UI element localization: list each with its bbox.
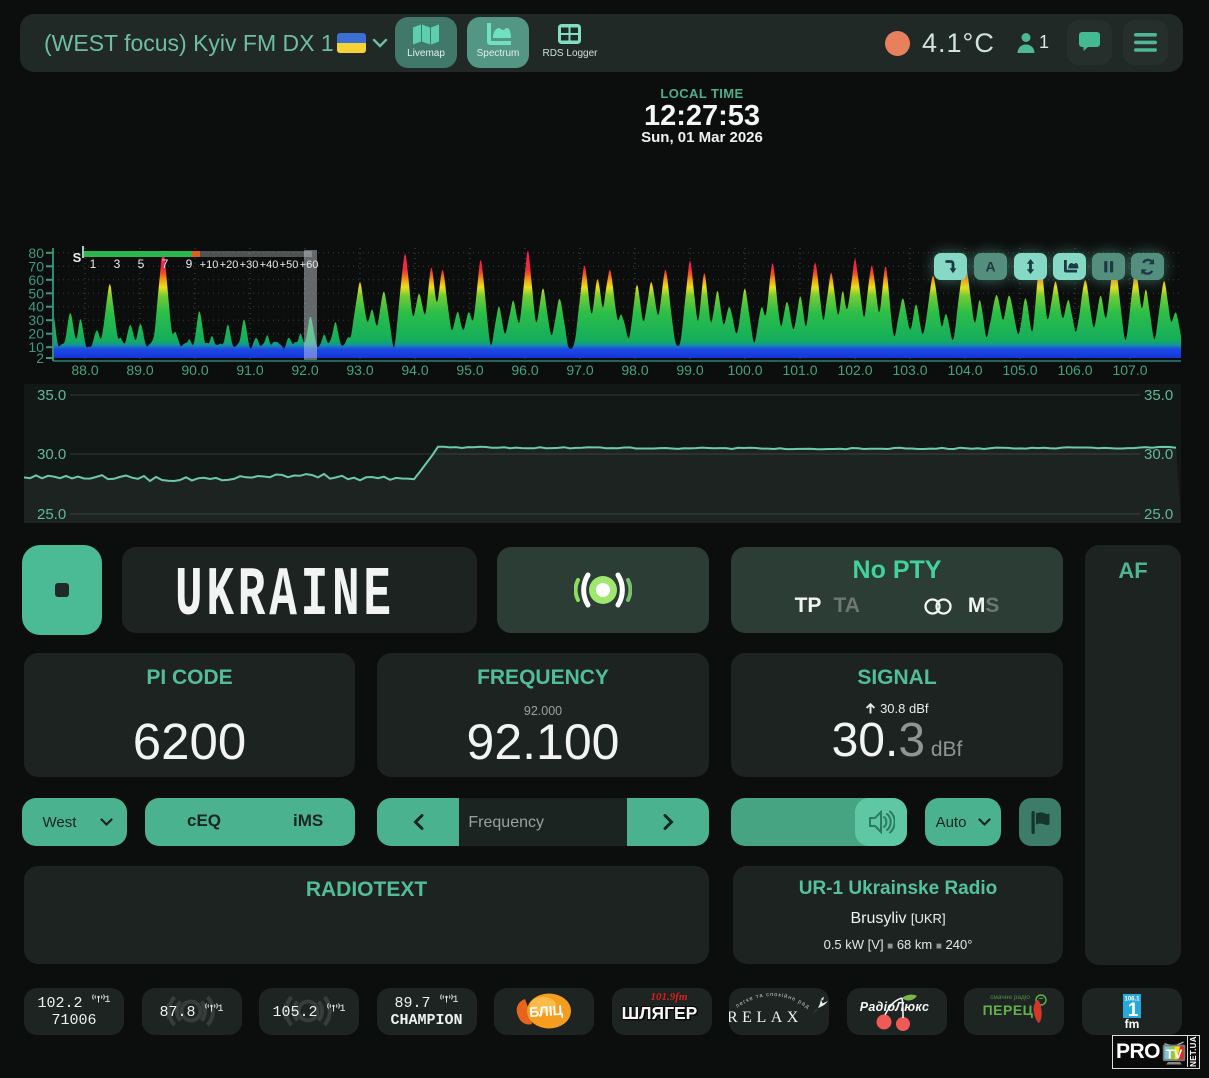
svg-text:легке та спокійне радіо: легке та спокійне радіо — [733, 992, 811, 1010]
svg-text:БЛІЦ: БЛІЦ — [529, 1002, 564, 1020]
svg-text:30.0: 30.0 — [37, 446, 66, 463]
svg-text:TV: TV — [1166, 1046, 1183, 1061]
svg-text:35.0: 35.0 — [37, 387, 66, 404]
svg-text:25.0: 25.0 — [37, 506, 66, 523]
svg-text:35.0: 35.0 — [1144, 387, 1173, 404]
svg-text:25.0: 25.0 — [1144, 506, 1173, 523]
svg-text:fm: fm — [1124, 1017, 1139, 1030]
svg-text:30.0: 30.0 — [1144, 446, 1173, 463]
